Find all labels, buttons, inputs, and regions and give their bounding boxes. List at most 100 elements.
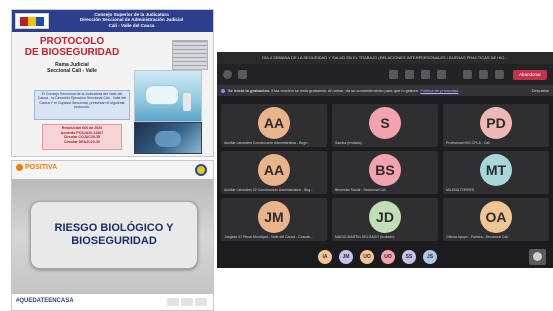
participant-name: Profesional HIG CPLA - Cali xyxy=(446,141,490,145)
participants-icon[interactable] xyxy=(421,70,430,79)
title-line-1: PROTOCOLO xyxy=(39,36,105,47)
positiva-brand: POSITIVA xyxy=(25,164,58,171)
shield-icon xyxy=(195,164,207,176)
privacy-link[interactable]: Política de privacidad xyxy=(420,88,458,93)
title-card-text: RIESGO BIOLÓGICO Y BIOSEGURIDAD xyxy=(47,222,182,248)
participant-tile[interactable]: JD MARIO MARTIN DELGADO (Invitado) xyxy=(332,198,438,241)
self-view-tile[interactable] xyxy=(529,249,546,265)
slide2-footer: #QUEDATEENCASA xyxy=(12,294,213,310)
dismiss-button[interactable]: Descartar xyxy=(532,85,549,96)
participant-tile[interactable]: BS Bienestar Social - Seccional Cali xyxy=(332,151,438,194)
rama-judicial-logo xyxy=(15,13,49,29)
info-icon xyxy=(221,88,225,93)
participant-tile[interactable]: AA Auxiliar Laborales Construcción Admin… xyxy=(221,104,327,147)
leave-button[interactable]: Abandonar xyxy=(513,70,547,80)
avatar: JM xyxy=(258,201,290,233)
avatar: PD xyxy=(480,107,512,139)
avatar: MT xyxy=(480,154,512,186)
slide-riesgo: POSITIVA RIESGO BIOLÓGICO Y BIOSEGURIDAD… xyxy=(11,160,214,311)
avatar: OA xyxy=(480,201,512,233)
meeting-title: DÍA 4 SEMANA DE LA SEGURIDAD Y SALUD EN … xyxy=(217,52,553,64)
participant-grid: AA Auxiliar Laborales Construcción Admin… xyxy=(221,104,549,244)
participant-chip[interactable]: JM xyxy=(339,250,353,264)
title-card: RIESGO BIOLÓGICO Y BIOSEGURIDAD xyxy=(30,201,198,269)
participant-name: Oficina Apoyo - Palmira - Seccional Cali xyxy=(446,235,508,239)
avatar-initials: PD xyxy=(486,115,506,131)
avatar-initials: S xyxy=(380,115,390,131)
participant-name: Auxiliar Laborales 02 Construcción Admin… xyxy=(224,188,314,192)
timer-icon xyxy=(238,70,247,79)
participant-name: MILENA TORRES xyxy=(446,188,475,192)
more-options-icon[interactable] xyxy=(437,70,446,79)
banner-text: Esta reunión se está grabando. Al unirse… xyxy=(270,88,420,93)
participant-chip[interactable]: UO xyxy=(360,250,374,264)
reference-4: Circular DEAJC20-30 xyxy=(64,139,100,144)
recording-banner: Se inició la grabación. Esta reunión se … xyxy=(217,85,553,96)
meeting-window: DÍA 4 SEMANA DE LA SEGURIDAD Y SALUD EN … xyxy=(217,52,553,268)
chip-initials: IA xyxy=(322,254,328,260)
participant-tile[interactable]: JM Juzgado 07 Penal Municipal - Valle de… xyxy=(221,198,327,241)
hashtag: #QUEDATEENCASA xyxy=(16,298,74,304)
meeting-toolbar: Abandonar xyxy=(217,64,553,85)
chip-initials: JS xyxy=(426,254,434,260)
header-line-3: Cali - Valle del Cauca xyxy=(108,22,155,28)
screen: Consejo Superior de la Judicatura Direcc… xyxy=(0,0,553,311)
chip-initials: SS xyxy=(405,254,413,260)
camera-icon[interactable] xyxy=(463,70,472,79)
card-line-2: BIOSEGURIDAD xyxy=(71,235,157,247)
avatar-initials: JD xyxy=(376,209,394,225)
avatar-initials: OA xyxy=(485,209,507,225)
slide-header: Consejo Superior de la Judicatura Direcc… xyxy=(12,10,213,32)
title-line-2: DE BIOSEGURIDAD xyxy=(24,47,120,58)
microphone-icon[interactable] xyxy=(479,70,488,79)
participant-name: Bienestar Social - Seccional Cali xyxy=(335,188,386,192)
mask-photo xyxy=(134,70,202,122)
participant-chip[interactable]: UO xyxy=(381,250,395,264)
banner-bold: Se inició la grabación. xyxy=(228,88,271,93)
record-icon[interactable] xyxy=(223,70,232,79)
avatar: S xyxy=(369,107,401,139)
avatar-initials: JM xyxy=(264,209,284,225)
intro-box: El Consejo Seccional de la Judicatura de… xyxy=(34,90,130,120)
share-icon[interactable] xyxy=(495,70,504,79)
positiva-logo: POSITIVA xyxy=(16,164,57,171)
chip-initials: JM xyxy=(342,254,350,260)
chip-initials: UO xyxy=(363,254,371,260)
participant-name: Sandra (Invitado) xyxy=(335,141,362,145)
participant-name: Auxiliar Laborales Construcción Administ… xyxy=(224,141,311,145)
slide2-header: POSITIVA xyxy=(12,161,213,179)
participant-tile[interactable]: MT MILENA TORRES xyxy=(443,151,549,194)
grid-view-icon[interactable] xyxy=(389,70,398,79)
overflow-participants: IA JM UO UO SS JS xyxy=(217,246,553,268)
slide-protocolo: Consejo Superior de la Judicatura Direcc… xyxy=(11,9,214,157)
rama-label: Rama Judicial Seccional Cali - Valle xyxy=(12,62,132,74)
self-avatar xyxy=(533,252,542,261)
participant-name: Juzgado 07 Penal Municipal - Valle del C… xyxy=(224,235,314,239)
participant-chip[interactable]: SS xyxy=(402,250,416,264)
participant-chip[interactable]: JS xyxy=(423,250,437,264)
participant-tile[interactable]: OA Oficina Apoyo - Palmira - Seccional C… xyxy=(443,198,549,241)
participant-tile[interactable]: S Sandra (Invitado) xyxy=(332,104,438,147)
header-text: Consejo Superior de la Judicatura Direcc… xyxy=(52,12,211,28)
references-box: Resolución 666 de 2020 Acuerdo PCSJA20-1… xyxy=(42,124,122,150)
footer-logos xyxy=(167,298,207,306)
avatar: JD xyxy=(369,201,401,233)
avatar: AA xyxy=(258,154,290,186)
building-image xyxy=(172,40,208,70)
slide-title: PROTOCOLO DE BIOSEGURIDAD xyxy=(12,36,132,58)
avatar: BS xyxy=(369,154,401,186)
avatar-initials: BS xyxy=(375,162,395,178)
participant-tile[interactable]: PD Profesional HIG CPLA - Cali xyxy=(443,104,549,147)
participant-name: MARIO MARTIN DELGADO (Invitado) xyxy=(335,235,395,239)
participant-tile[interactable]: AA Auxiliar Laborales 02 Construcción Ad… xyxy=(221,151,327,194)
avatar: AA xyxy=(258,107,290,139)
rama-line-2: Seccional Cali - Valle xyxy=(47,68,97,74)
virus-photo xyxy=(134,122,202,154)
avatar-initials: AA xyxy=(263,162,285,178)
card-line-1: RIESGO BIOLÓGICO Y xyxy=(54,222,174,234)
chat-icon[interactable] xyxy=(405,70,414,79)
avatar-initials: MT xyxy=(485,162,507,178)
avatar-initials: AA xyxy=(263,115,285,131)
positiva-icon xyxy=(16,164,23,171)
participant-chip[interactable]: IA xyxy=(318,250,332,264)
